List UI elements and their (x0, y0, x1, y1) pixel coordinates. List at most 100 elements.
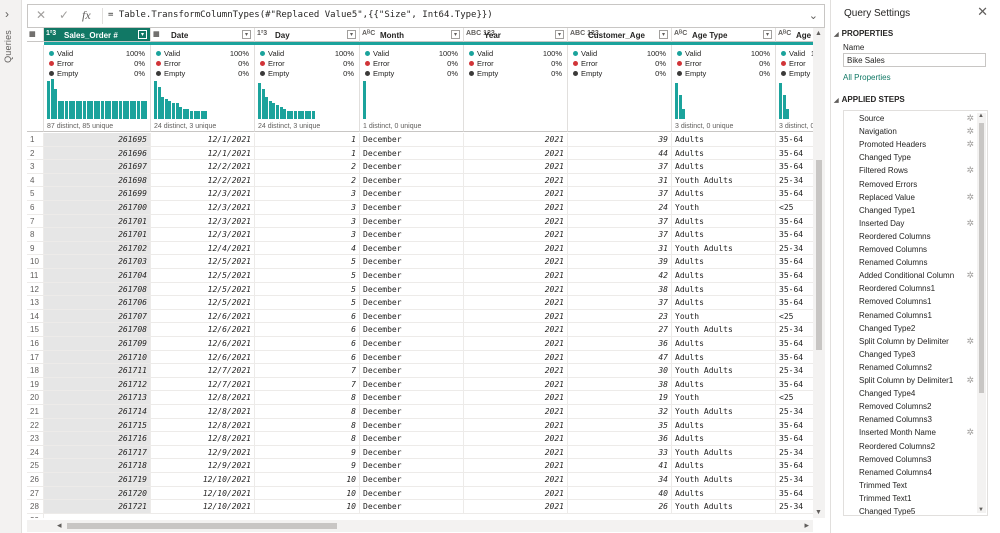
table-cell[interactable]: 10 (255, 500, 360, 514)
table-cell[interactable]: 261707 (44, 309, 151, 324)
row-number[interactable]: 25 (27, 459, 44, 473)
table-cell[interactable]: Adults (672, 146, 776, 161)
row-number[interactable]: 20 (27, 391, 44, 405)
data-type-icon[interactable]: AᴮC (674, 30, 687, 37)
table-cell[interactable]: 37 (568, 296, 672, 310)
table-cell[interactable]: Adults (672, 282, 776, 297)
table-cell[interactable]: 12/6/2021 (151, 323, 255, 337)
table-cell[interactable]: 12/3/2021 (151, 187, 255, 201)
table-cell[interactable]: 42 (568, 269, 672, 283)
distribution-bar[interactable] (279, 107, 283, 119)
distribution-bar[interactable] (200, 111, 204, 119)
table-cell[interactable]: 261713 (44, 391, 151, 405)
row-number[interactable]: 5 (27, 187, 44, 201)
table-cell[interactable]: 7 (255, 364, 360, 378)
table-cell[interactable]: 35 (568, 418, 672, 433)
row-number[interactable]: 11 (27, 269, 44, 283)
applied-step[interactable]: Replaced Value ✲ (844, 191, 976, 204)
expand-formula-icon[interactable]: ⌄ (809, 9, 818, 22)
table-cell[interactable]: Adults (672, 432, 776, 446)
table-cell[interactable]: 35-64 (776, 269, 813, 283)
distribution-bar[interactable] (126, 101, 130, 119)
table-cell[interactable]: 261708 (44, 323, 151, 337)
table-cell[interactable]: December (360, 323, 464, 337)
gear-icon[interactable]: ✲ (966, 113, 974, 124)
row-number[interactable]: 8 (27, 228, 44, 242)
table-cell[interactable]: December (360, 405, 464, 419)
table-cell[interactable]: Youth Adults (672, 473, 776, 487)
table-cell[interactable]: 261701 (44, 228, 151, 242)
table-cell[interactable]: 3 (255, 187, 360, 201)
row-number[interactable]: 1 (27, 133, 44, 147)
table-cell[interactable]: 35-64 (776, 337, 813, 351)
distribution-bar[interactable] (119, 101, 122, 119)
scroll-down-icon[interactable]: ▼ (815, 509, 822, 516)
distribution-bar[interactable] (363, 81, 366, 119)
distribution-bar[interactable] (272, 103, 276, 119)
table-cell[interactable]: Adults (672, 160, 776, 174)
applied-step[interactable]: Reordered Columns2 (844, 440, 976, 453)
table-cell[interactable]: 12/8/2021 (151, 391, 255, 405)
table-cell[interactable]: 6 (255, 323, 360, 337)
scroll-right-icon[interactable]: ▸ (804, 520, 809, 531)
table-cell[interactable]: Youth Adults (672, 445, 776, 460)
table-cell[interactable]: Adults (672, 459, 776, 473)
row-number[interactable]: 19 (27, 377, 44, 392)
table-cell[interactable]: 35-64 (776, 215, 813, 229)
table-cell[interactable]: December (360, 432, 464, 446)
table-cell[interactable]: Adults (672, 296, 776, 310)
applied-step[interactable]: Navigation ✲ (844, 125, 976, 138)
table-cell[interactable]: 261695 (44, 133, 151, 147)
table-cell[interactable]: 2 (255, 160, 360, 174)
distribution-bar[interactable] (108, 101, 112, 119)
applied-step[interactable]: Changed Type (844, 151, 976, 164)
table-cell[interactable]: 12/9/2021 (151, 459, 255, 473)
table-cell[interactable]: 12/3/2021 (151, 214, 255, 229)
distribution-bar[interactable] (129, 101, 133, 119)
table-cell[interactable]: December (360, 364, 464, 378)
row-number[interactable]: 10 (27, 255, 44, 269)
table-cell[interactable]: 31 (568, 173, 672, 188)
table-cell[interactable]: 12/3/2021 (151, 228, 255, 242)
table-cell[interactable]: December (360, 255, 464, 269)
row-number[interactable]: 27 (27, 486, 44, 501)
table-cell[interactable]: 12/8/2021 (151, 405, 255, 419)
table-cell[interactable]: 25-34 (776, 405, 813, 419)
table-cell[interactable]: 30 (568, 364, 672, 378)
table-cell[interactable]: 40 (568, 486, 672, 501)
table-cell[interactable]: 10 (255, 486, 360, 501)
table-cell[interactable]: 261721 (44, 500, 151, 514)
table-cell[interactable]: 2021 (464, 473, 568, 487)
table-cell[interactable]: 2021 (464, 228, 568, 242)
applied-step[interactable]: Removed Columns1 (844, 295, 976, 308)
distribution-bar[interactable] (154, 81, 157, 119)
row-number[interactable]: 18 (27, 364, 44, 378)
table-cell[interactable]: 19 (568, 391, 672, 405)
distribution-bar[interactable] (786, 109, 790, 119)
distribution-bar[interactable] (65, 101, 68, 119)
table-cell[interactable]: 2021 (464, 405, 568, 419)
table-cell[interactable]: 31 (568, 241, 672, 256)
table-cell[interactable]: December (360, 391, 464, 405)
table-cell[interactable]: Adults (672, 214, 776, 229)
table-cell[interactable]: 25-34 (776, 473, 813, 487)
table-cell[interactable]: 261704 (44, 269, 151, 283)
distribution-bar[interactable] (68, 101, 72, 119)
applied-step[interactable]: Added Conditional Column ✲ (844, 269, 976, 282)
row-number[interactable]: 29 (27, 513, 44, 518)
applied-step[interactable]: Split Column by Delimiter ✲ (844, 335, 976, 348)
table-cell[interactable]: 2021 (464, 445, 568, 460)
applied-step[interactable]: Filtered Rows ✲ (844, 164, 976, 177)
table-cell[interactable]: 12/9/2021 (151, 445, 255, 460)
applied-step[interactable]: Changed Type5 (844, 505, 976, 515)
distribution-bar[interactable] (97, 101, 101, 119)
data-type-icon[interactable]: 1²3 (257, 30, 267, 37)
row-number[interactable]: 2 (27, 146, 44, 161)
table-cell[interactable]: Adults (672, 133, 776, 147)
table-cell[interactable]: 12/2/2021 (151, 173, 255, 188)
table-cell[interactable]: 2021 (464, 391, 568, 405)
table-cell[interactable]: 2021 (464, 364, 568, 378)
table-cell[interactable]: 35-64 (776, 487, 813, 501)
distribution-bar[interactable] (86, 101, 90, 119)
table-cell[interactable]: 12/7/2021 (151, 377, 255, 392)
